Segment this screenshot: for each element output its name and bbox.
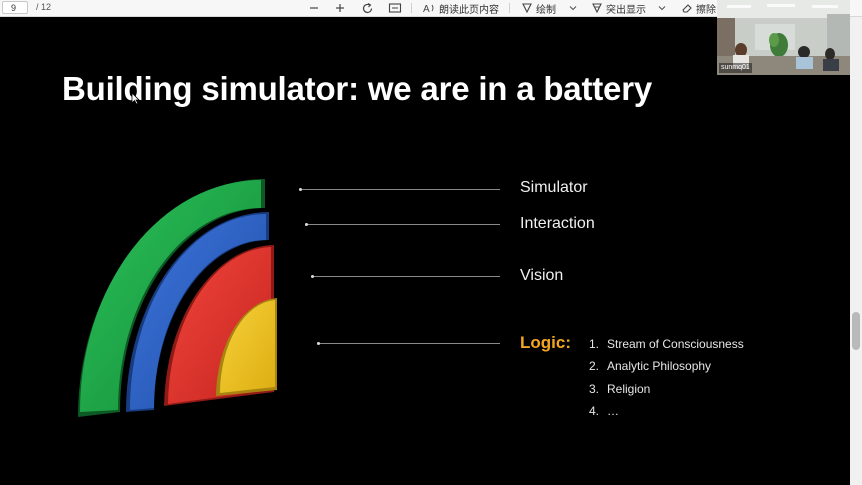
list-text: … — [607, 404, 619, 418]
mouse-cursor-icon — [131, 92, 140, 105]
read-aloud-button[interactable]: A 朗读此页内容 — [423, 0, 499, 16]
vision-label: Vision — [520, 267, 564, 284]
scrollbar-thumb[interactable] — [852, 312, 860, 350]
list-text: Stream of Consciousness — [607, 337, 744, 351]
list-text: Religion — [607, 382, 651, 396]
toolbar-divider — [411, 3, 412, 13]
interaction-connector-line — [308, 224, 500, 225]
fit-page-icon — [388, 3, 402, 13]
highlight-icon — [592, 3, 602, 14]
read-aloud-label: 朗读此页内容 — [439, 4, 499, 16]
erase-label: 擦除 — [696, 4, 716, 16]
page-total: / 12 — [36, 2, 52, 12]
rotate-button[interactable] — [361, 0, 374, 16]
svg-text:A: A — [423, 4, 430, 14]
interaction-label: Interaction — [520, 215, 595, 232]
participant-name: sunmq01 — [719, 63, 752, 73]
page-number-input[interactable]: 9 — [2, 1, 28, 14]
simulator-connector-line — [302, 189, 500, 190]
logic-list-item: 2. Analytic Philosophy — [589, 359, 711, 373]
list-number: 4. — [589, 404, 600, 418]
logic-connector-line — [320, 343, 500, 344]
fit-page-button[interactable] — [388, 0, 402, 16]
simulator-label: Simulator — [520, 179, 588, 196]
highlight-button[interactable]: 突出显示 — [591, 0, 646, 16]
chevron-down-icon — [569, 6, 577, 11]
highlight-label: 突出显示 — [606, 4, 646, 16]
logic-list-item: 1. Stream of Consciousness — [589, 337, 744, 351]
slide-title: Building simulator: we are in a battery — [62, 70, 652, 107]
zoom-out-button[interactable] — [308, 0, 320, 16]
zoom-in-button[interactable] — [334, 0, 346, 16]
battery-layers-diagram — [78, 179, 277, 417]
read-aloud-icon: A — [423, 4, 434, 14]
toolbar-divider — [509, 3, 510, 13]
erase-button[interactable]: 擦除 — [681, 0, 716, 16]
logic-list-item: 4. … — [589, 404, 619, 418]
minus-icon — [310, 7, 318, 9]
list-number: 3. — [589, 382, 600, 396]
plus-icon — [336, 4, 344, 12]
draw-options-dropdown[interactable] — [568, 0, 578, 16]
highlight-options-dropdown[interactable] — [657, 0, 667, 16]
draw-button[interactable]: 绘制 — [521, 0, 556, 16]
logic-label: Logic: — [520, 333, 571, 352]
vision-connector-line — [314, 276, 500, 277]
draw-icon — [522, 3, 532, 14]
webcam-video[interactable]: sunmq01 — [717, 0, 850, 75]
eraser-icon — [682, 4, 692, 13]
list-number: 1. — [589, 337, 600, 351]
logic-list-item: 3. Religion — [589, 382, 650, 396]
list-text: Analytic Philosophy — [607, 359, 712, 373]
list-number: 2. — [589, 359, 600, 373]
rotate-icon — [362, 2, 373, 13]
vertical-scrollbar[interactable] — [850, 17, 862, 485]
draw-label: 绘制 — [536, 4, 556, 16]
chevron-down-icon — [658, 6, 666, 11]
